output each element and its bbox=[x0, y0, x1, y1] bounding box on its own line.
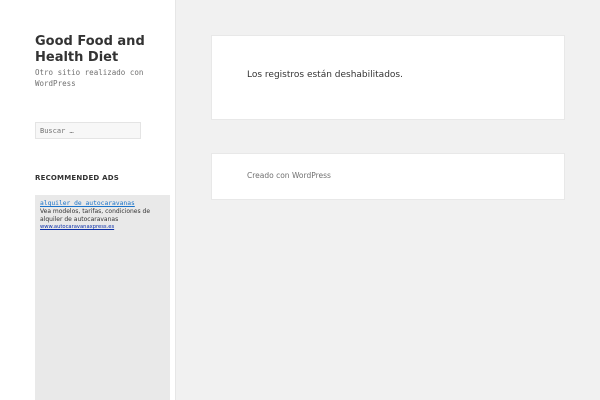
site-title[interactable]: Good Food and Health Diet bbox=[35, 34, 165, 66]
ad-link[interactable]: alquiler de autocaravanas bbox=[40, 199, 165, 208]
search-input[interactable] bbox=[35, 122, 141, 139]
footer-credit-link[interactable]: Creado con WordPress bbox=[247, 171, 331, 180]
widget-title: RECOMMENDED ADS bbox=[35, 174, 119, 182]
site-footer: Creado con WordPress bbox=[211, 153, 565, 200]
ad-description: Vea modelos, tarifas, condiciones de alq… bbox=[40, 208, 151, 223]
ad-box: alquiler de autocaravanas Vea modelos, t… bbox=[35, 195, 170, 400]
sidebar: Good Food and Health Diet Otro sitio rea… bbox=[0, 0, 176, 400]
registration-disabled-message: Los registros están deshabilitados. bbox=[247, 70, 403, 80]
ad-url[interactable]: www.autocaravanaxpress.es bbox=[40, 223, 165, 231]
site-description: Otro sitio realizado con WordPress bbox=[35, 68, 144, 88]
main-content-card: Los registros están deshabilitados. bbox=[211, 35, 565, 120]
